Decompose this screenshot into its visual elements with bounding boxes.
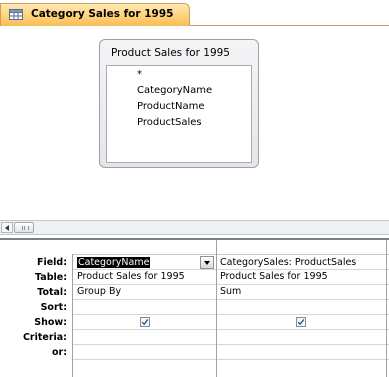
field-list-body: * CategoryName ProductName ProductSales	[106, 65, 252, 163]
field-cell-2[interactable]: CategorySales: ProductSales	[220, 255, 356, 270]
query-icon	[9, 9, 23, 20]
document-tab-strip: Category Sales for 1995	[0, 0, 389, 26]
field-cell-1-value: CategoryName	[77, 257, 151, 268]
grid-row-divider	[73, 329, 389, 330]
query-tab[interactable]: Category Sales for 1995	[0, 3, 190, 26]
field-list-item[interactable]: CategoryName	[137, 85, 212, 96]
table-cell-1[interactable]: Product Sales for 1995	[77, 269, 185, 284]
row-label-criteria: Criteria:	[22, 332, 67, 343]
grid-row-divider	[73, 359, 389, 360]
checkmark-icon	[297, 319, 305, 326]
row-label-field: Field:	[36, 257, 67, 268]
field-list-item[interactable]: ProductName	[137, 101, 204, 112]
field-list-item[interactable]: ProductSales	[137, 117, 202, 128]
row-label-or: or:	[51, 347, 67, 358]
scroll-thumb[interactable]	[14, 222, 34, 233]
scroll-left-arrow-icon[interactable]	[1, 222, 13, 233]
row-label-table: Table:	[35, 272, 67, 283]
show-checkbox-1[interactable]	[140, 317, 150, 327]
field-list-title: Product Sales for 1995	[111, 47, 230, 59]
tab-title: Category Sales for 1995	[31, 8, 174, 20]
grid-cells: CategoryName Product Sales for 1995 Grou…	[72, 240, 389, 377]
total-cell-2[interactable]: Sum	[220, 284, 241, 299]
field-list-item[interactable]: *	[137, 69, 142, 80]
chevron-down-icon[interactable]	[200, 256, 214, 269]
table-cell-2[interactable]: Product Sales for 1995	[220, 269, 328, 284]
show-checkbox-2[interactable]	[296, 317, 306, 327]
grid-row-divider	[73, 344, 389, 345]
grid-column-divider	[386, 240, 387, 377]
grid-row-divider	[73, 314, 389, 315]
grid-column-divider	[216, 240, 217, 377]
total-cell-1[interactable]: Group By	[77, 284, 121, 299]
field-cell-1[interactable]: CategoryName	[77, 255, 151, 270]
row-label-show: Show:	[34, 317, 67, 328]
row-label-sort: Sort:	[40, 302, 67, 313]
column-selector-bar[interactable]	[72, 240, 389, 255]
table-field-list[interactable]: Product Sales for 1995 * CategoryName Pr…	[99, 39, 259, 168]
table-design-pane[interactable]: Product Sales for 1995 * CategoryName Pr…	[0, 26, 389, 220]
grid-row-divider	[73, 299, 389, 300]
design-grid: Field: Table: Total: Sort: Show: Criteri…	[0, 240, 389, 377]
row-label-total: Total:	[37, 287, 67, 298]
checkmark-icon	[141, 319, 149, 326]
horizontal-scrollbar[interactable]	[0, 220, 389, 235]
